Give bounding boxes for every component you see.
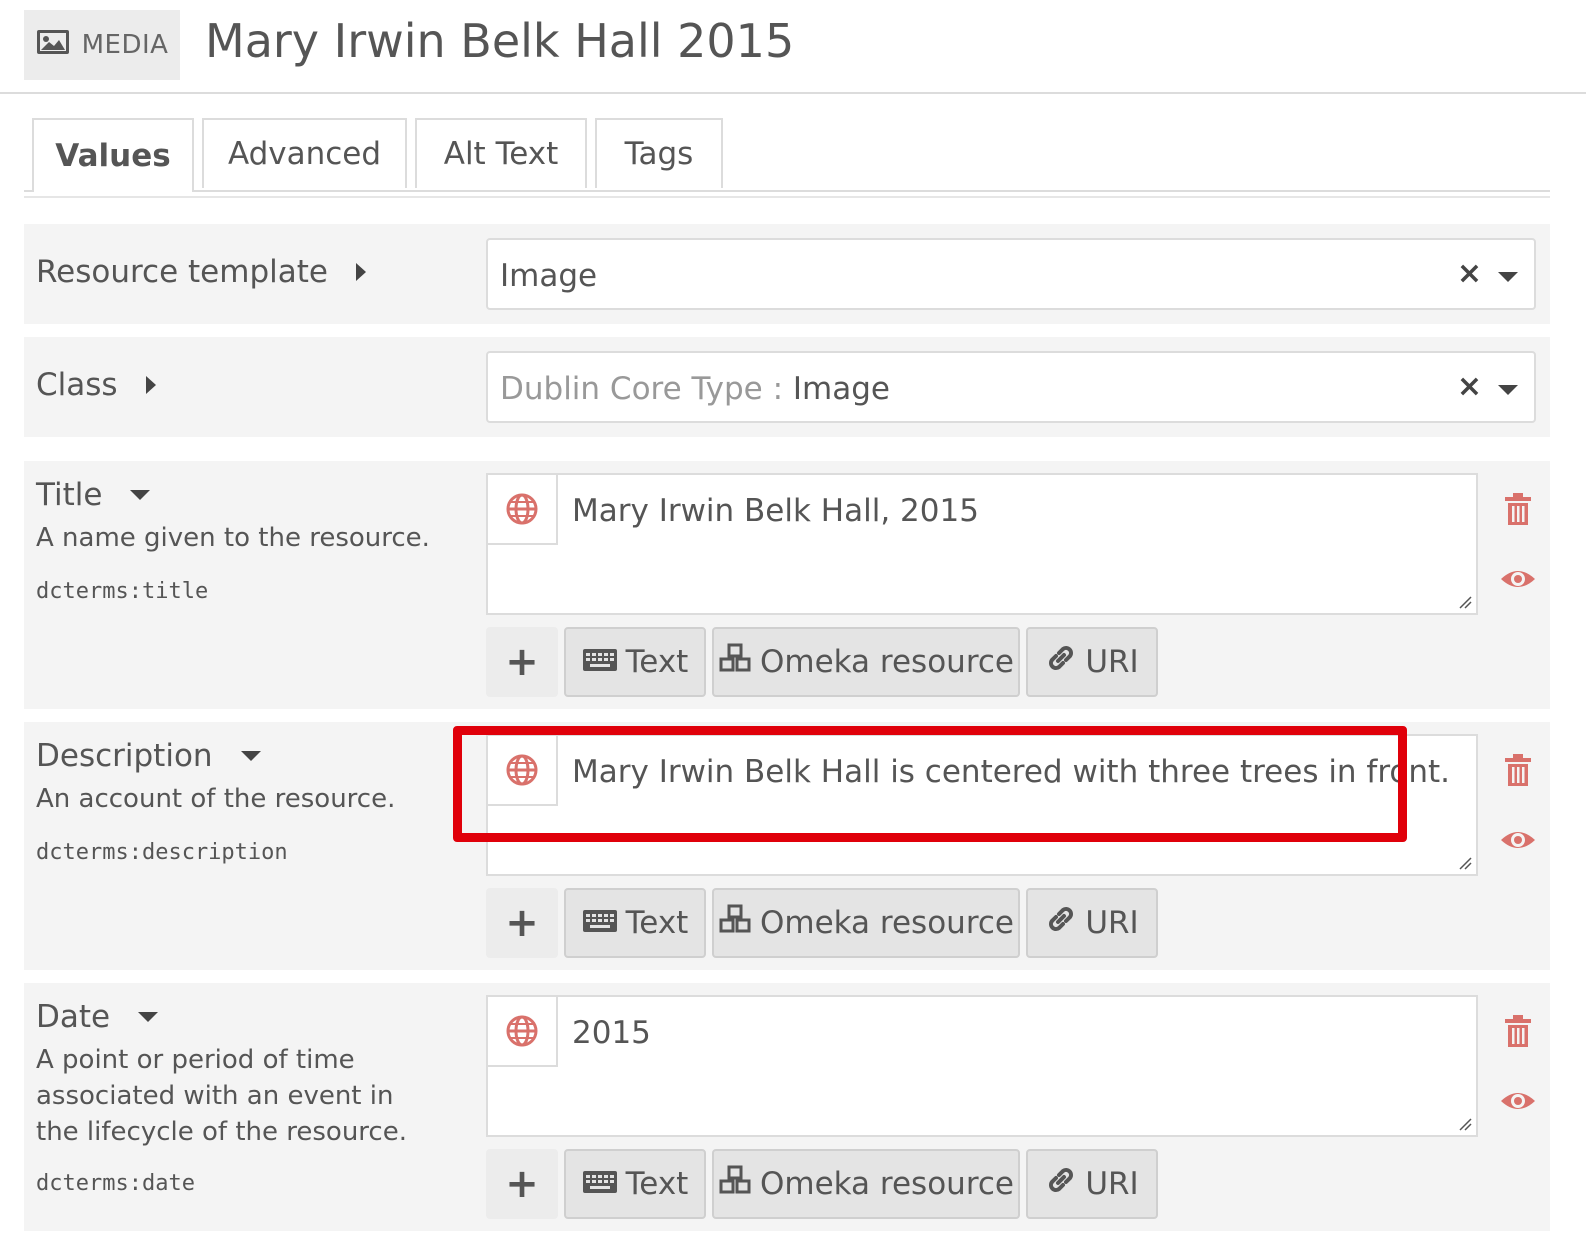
eye-icon[interactable] (1500, 822, 1536, 858)
globe-icon[interactable] (488, 736, 558, 806)
caret-right-icon (145, 376, 156, 394)
resource-template-row: Resource template Image × (24, 224, 1550, 324)
property-description: A point or period of time associated wit… (36, 1045, 407, 1147)
property-description: An account of the resource. (36, 784, 396, 814)
page-header: MEDIA Mary Irwin Belk Hall 2015 (0, 0, 1586, 94)
clear-icon[interactable]: × (1457, 256, 1482, 291)
tab-alt-text[interactable]: Alt Text (415, 118, 587, 188)
cubes-icon (718, 1165, 752, 1203)
property-description: A name given to the resource. (36, 523, 430, 553)
eye-icon[interactable] (1500, 561, 1536, 597)
add-uri-button[interactable]: URI (1026, 627, 1158, 697)
chevron-down-icon[interactable] (1498, 385, 1518, 395)
tab-bar: Values Advanced Alt Text Tags (24, 118, 1550, 192)
add-value-button[interactable]: + (486, 888, 558, 958)
add-text-button[interactable]: Text (564, 1149, 706, 1219)
property-row-title: Title A name given to the resource. dcte… (24, 461, 1550, 709)
page-title: Mary Irwin Belk Hall 2015 (205, 14, 795, 68)
trash-icon[interactable] (1500, 491, 1536, 527)
link-icon (1045, 642, 1077, 682)
caret-down-icon[interactable] (240, 751, 261, 761)
title-value-text: Mary Irwin Belk Hall, 2015 (572, 493, 979, 529)
add-omeka-resource-button[interactable]: Omeka resource (712, 1149, 1020, 1219)
property-term: dcterms:date (36, 1171, 195, 1196)
globe-icon[interactable] (488, 475, 558, 545)
date-value-input[interactable]: 2015 (486, 995, 1478, 1137)
date-value-text: 2015 (572, 1015, 651, 1051)
add-text-button[interactable]: Text (564, 627, 706, 697)
tab-tags[interactable]: Tags (595, 118, 723, 188)
tab-values[interactable]: Values (32, 118, 194, 192)
cubes-icon (718, 904, 752, 942)
trash-icon[interactable] (1500, 1013, 1536, 1049)
add-omeka-resource-button[interactable]: Omeka resource (712, 627, 1020, 697)
link-icon (1045, 1164, 1077, 1204)
class-label[interactable]: Class (36, 367, 156, 403)
description-value-input[interactable]: Mary Irwin Belk Hall is centered with th… (486, 734, 1478, 876)
resize-handle-icon[interactable] (1458, 856, 1472, 870)
property-label-title[interactable]: Title (36, 477, 151, 513)
add-value-button[interactable]: + (486, 1149, 558, 1219)
add-value-button[interactable]: + (486, 627, 558, 697)
property-row-description: Description An account of the resource. … (24, 722, 1550, 970)
keyboard-icon (582, 905, 618, 941)
class-value: Image (792, 371, 890, 407)
caret-down-icon[interactable] (130, 490, 151, 500)
property-term: dcterms:title (36, 579, 209, 604)
resize-handle-icon[interactable] (1458, 1117, 1472, 1131)
caret-down-icon[interactable] (138, 1012, 159, 1022)
class-select[interactable]: Dublin Core Type : Image × (486, 351, 1536, 423)
cubes-icon (718, 643, 752, 681)
trash-icon[interactable] (1500, 752, 1536, 788)
add-omeka-resource-button[interactable]: Omeka resource (712, 888, 1020, 958)
title-value-input[interactable]: Mary Irwin Belk Hall, 2015 (486, 473, 1478, 615)
property-row-date: Date A point or period of time associate… (24, 983, 1550, 1231)
keyboard-icon (582, 1166, 618, 1202)
keyboard-icon (582, 644, 618, 680)
resource-template-value: Image (500, 258, 598, 294)
property-term: dcterms:description (36, 840, 288, 865)
add-uri-button[interactable]: URI (1026, 1149, 1158, 1219)
globe-icon[interactable] (488, 997, 558, 1067)
media-badge-label: MEDIA (81, 30, 169, 60)
property-label-date[interactable]: Date (36, 999, 159, 1035)
resize-handle-icon[interactable] (1458, 595, 1472, 609)
clear-icon[interactable]: × (1457, 369, 1482, 404)
tab-advanced[interactable]: Advanced (202, 118, 407, 188)
image-icon (36, 29, 70, 62)
resource-template-select[interactable]: Image × (486, 238, 1536, 310)
description-value-text: Mary Irwin Belk Hall is centered with th… (572, 754, 1451, 790)
caret-right-icon (355, 263, 366, 281)
media-badge: MEDIA (24, 10, 180, 80)
add-uri-button[interactable]: URI (1026, 888, 1158, 958)
property-label-description[interactable]: Description (36, 738, 261, 774)
divider (24, 196, 1550, 198)
resource-template-label[interactable]: Resource template (36, 254, 366, 290)
class-vocab-prefix: Dublin Core Type : (500, 371, 784, 407)
link-icon (1045, 903, 1077, 943)
class-row: Class Dublin Core Type : Image × (24, 337, 1550, 437)
add-text-button[interactable]: Text (564, 888, 706, 958)
eye-icon[interactable] (1500, 1083, 1536, 1119)
chevron-down-icon[interactable] (1498, 272, 1518, 282)
